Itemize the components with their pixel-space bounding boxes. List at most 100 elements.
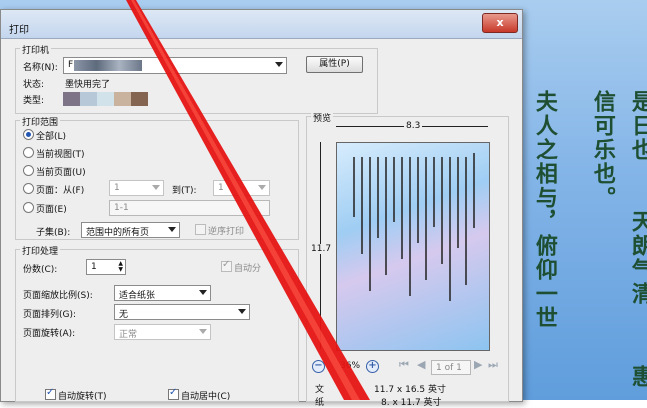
chevron-down-icon [152,185,160,190]
range-from-select[interactable]: 1 [109,180,164,196]
zoom-out-icon[interactable]: − [312,360,325,373]
range-current-view-radio[interactable] [23,147,34,158]
zoom-value: 36% [340,361,361,371]
range-pages-label: 页面(E) [36,205,67,215]
printer-status-value: 墨快用完了 [65,80,111,90]
ink-swatch [63,92,80,106]
page-rotation-select[interactable]: 正常 [114,324,211,340]
paper-size-value: 8. x 11.7 英寸 [381,398,442,408]
stepper-down-icon[interactable]: ▼ [118,266,123,273]
print-handling-group-label: 打印处理 [20,244,61,257]
page-arrangement-label: 页面排列(G): [23,310,77,320]
preview-height-value: 11.7 [311,244,332,254]
range-pages-radio[interactable] [23,202,34,213]
preview-width-value: 8.3 [404,121,423,131]
page-arrangement-select[interactable]: 无 [114,304,250,320]
range-all-label: 全部(L) [36,132,67,142]
ink-swatch [97,92,114,106]
printer-properties-button[interactable]: 属性(P) [306,56,363,73]
paper-size-label: 纸 [315,398,325,408]
chevron-down-icon [168,227,176,232]
ink-swatch [80,92,97,106]
background-text-col-5: 惠 [627,365,647,389]
range-to-label: 到(T): [172,186,197,196]
auto-center-label: 自动居中(C) [181,392,231,402]
preview-text-column [417,157,419,243]
printer-name-value: F [68,60,74,70]
close-button[interactable]: x [482,13,518,33]
page-preview [336,142,490,351]
printer-properties-label: 属性(P) [319,59,350,69]
subset-select[interactable]: 范围中的所有页 [81,222,180,238]
last-page-icon[interactable]: ⏭ [488,358,498,372]
copies-value: 1 [91,262,97,272]
range-all-radio[interactable] [23,129,34,140]
ink-swatch [131,92,148,106]
preview-text-column [401,157,403,259]
range-from-value: 1 [114,183,120,193]
print-range-group-label: 打印范围 [20,115,61,128]
preview-text-column [369,157,371,291]
range-pages-input[interactable]: 1-1 [109,200,270,216]
range-pages-value: 1-1 [114,203,129,213]
preview-text-column [457,157,459,248]
reverse-order-label: 逆序打印 [208,227,245,237]
range-pages-from-radio[interactable] [23,183,34,194]
preview-text-column [433,157,435,227]
copies-stepper[interactable]: 1 ▲ ▼ [86,259,126,275]
collate-label: 自动分 [234,264,262,274]
page-scaling-select[interactable]: 适合纸张 [114,285,211,301]
background-text-col-3: 是日也 [627,90,647,162]
range-current-page-label: 当前页面(U) [36,168,86,178]
page-number-value: 1 of 1 [436,363,462,373]
preview-text-column [473,153,475,228]
chevron-down-icon [199,290,207,295]
page-scaling-label: 页面缩放比例(S): [23,291,93,301]
background-text-col-1: 夫人之相与，俯仰一世 [531,90,558,330]
background-text-col-2: 信可乐也。 [589,90,616,210]
ink-swatch [114,92,131,106]
auto-rotate-checkbox[interactable] [45,387,56,400]
range-current-view-label: 当前视图(T) [36,150,85,160]
previous-page-icon[interactable]: ◀ [417,358,425,371]
document-size-value: 11.7 x 16.5 英寸 [374,385,446,395]
chevron-down-icon [238,309,246,314]
page-number-field[interactable]: 1 of 1 [431,360,471,375]
preview-text-column [361,157,363,254]
chevron-down-icon [199,329,207,334]
preview-text-column [409,157,411,296]
printer-group-label: 打印机 [20,43,52,56]
preview-text-column [377,157,379,238]
printer-name-select[interactable]: F [63,57,287,74]
printer-name-redaction [74,60,142,71]
copies-label: 份数(C): [23,265,58,275]
subset-value: 范围中的所有页 [86,228,150,238]
page-rotation-value: 正常 [119,330,138,340]
preview-text-column [393,157,395,222]
range-to-select[interactable]: 1 [213,180,270,196]
preview-text-column [425,157,427,280]
collate-checkbox[interactable] [221,259,232,272]
title-bar: 打印 x [1,10,522,39]
first-page-icon[interactable]: ⏮ [399,358,409,372]
preview-text-column [441,157,443,264]
dialog-title: 打印 [9,25,29,36]
preview-group-label: 预览 [311,111,334,124]
preview-text-column [465,157,467,285]
chevron-down-icon [258,185,266,190]
background-text-col-4: 天朗气清 [627,210,647,306]
zoom-in-icon[interactable]: + [366,360,379,373]
printer-type-label: 类型: [23,96,45,106]
next-page-icon[interactable]: ▶ [474,358,482,371]
reverse-order-checkbox[interactable] [195,224,206,235]
preview-text-column [449,157,451,301]
chevron-down-icon [275,62,283,67]
range-current-page-radio[interactable] [23,165,34,176]
page-rotation-label: 页面旋转(A): [23,329,76,339]
page-arrangement-value: 无 [119,310,129,320]
preview-text-column [385,157,387,275]
auto-rotate-label: 自动旋转(T) [58,392,107,402]
range-pages-from-label: 页面：从(F) [36,186,85,196]
preview-text-column [353,157,355,217]
auto-center-checkbox[interactable] [168,387,179,400]
